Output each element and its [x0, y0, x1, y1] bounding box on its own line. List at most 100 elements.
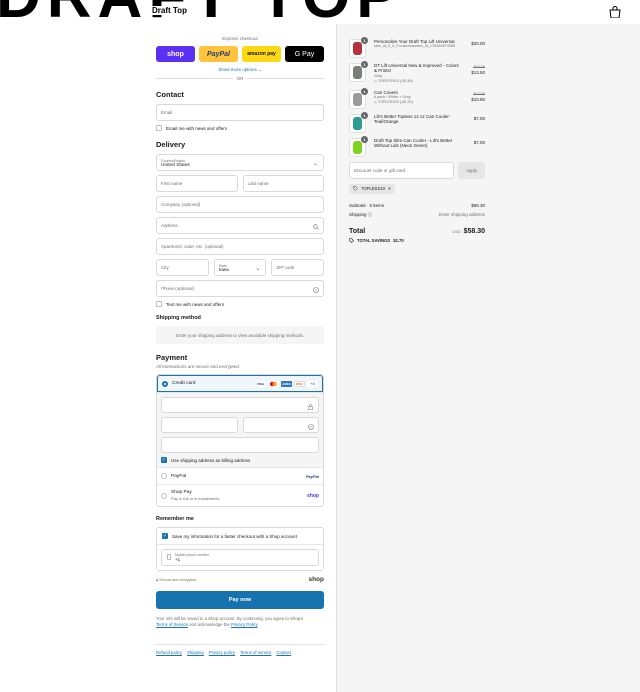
item-info: DT Lift Universal New & Improved - Color…	[374, 63, 459, 85]
quantity-badge: 1	[361, 61, 368, 68]
terms-of-service-link[interactable]: Terms of service	[240, 650, 271, 655]
first-name-field[interactable]	[156, 175, 238, 192]
chevron-down-icon: ⌄	[255, 266, 261, 272]
discount-tag-code: TOPLESS10	[361, 186, 385, 192]
help-circle-icon[interactable]: ?	[307, 423, 314, 430]
save-info-label: Save my information for a faster checkou…	[172, 533, 297, 539]
item-info: Personalize Your Draft Top Lift Universa…	[374, 39, 459, 50]
product-image	[353, 42, 362, 55]
email-input[interactable]	[161, 110, 319, 115]
country-value: United States	[161, 162, 190, 168]
card-number-field[interactable]	[161, 397, 319, 413]
address-field[interactable]	[156, 217, 324, 234]
email-field[interactable]	[156, 104, 324, 121]
refund-policy-link[interactable]: Refund policy	[156, 650, 182, 655]
city-input[interactable]	[161, 265, 204, 270]
shop-pay-radio[interactable]	[161, 492, 167, 499]
credit-card-radio[interactable]	[162, 380, 168, 387]
discount-field[interactable]	[349, 161, 454, 179]
show-more-label: Show more options	[218, 67, 257, 72]
secure-row: 🔒︎ Secure and encrypted shop	[156, 576, 324, 583]
shopping-bag-icon[interactable]	[608, 6, 622, 18]
country-select[interactable]: Country/Region United States ⌄	[156, 154, 324, 171]
mobile-phone-field[interactable]: Mobile phone number +1	[161, 549, 319, 566]
cart-item: 1 Draft Top Slim Can Cooler - Lilt's Bett…	[349, 135, 485, 157]
paypal-option[interactable]: PayPal PayPal	[157, 467, 323, 484]
state-select[interactable]: State Iowa ⌄	[213, 259, 267, 276]
company-input[interactable]	[161, 202, 319, 207]
lock-icon	[307, 403, 314, 410]
privacy-policy-link[interactable]: Privacy policy	[209, 650, 235, 655]
billing-same-option[interactable]: ✓ Use shipping address as billing address	[161, 457, 319, 463]
banner-logo-text: DRAFT TOP	[0, 0, 404, 24]
name-on-card-field[interactable]	[161, 437, 319, 453]
contact-heading: Contact	[156, 90, 184, 99]
tag-icon: ◇	[374, 79, 377, 84]
phone-field[interactable]: ?	[156, 280, 324, 297]
legal-end: .	[257, 622, 259, 627]
chevron-down-icon: ⌄	[312, 161, 319, 167]
help-circle-icon[interactable]: ⓘ	[368, 212, 373, 217]
city-field[interactable]	[156, 259, 209, 276]
search-icon	[312, 223, 319, 230]
zip-field[interactable]	[271, 259, 325, 276]
item-info: Draft Top Slim Can Cooler - Lilt's Bette…	[374, 138, 459, 149]
credit-card-option[interactable]: Credit card VISA AMEX DISC +4	[157, 375, 323, 392]
billing-same-checkbox[interactable]: ✓	[161, 457, 167, 463]
checkout-form: Express checkout shop PayPal amazon pay …	[156, 24, 325, 655]
credit-card-form: ? ✓ Use shipping address as billing addre…	[157, 392, 323, 467]
paypal-button[interactable]: PayPal	[199, 46, 238, 62]
total-row: Total USD $58.30	[349, 228, 485, 235]
last-name-field[interactable]	[242, 175, 324, 192]
discover-icon: DISC	[294, 380, 305, 387]
address-input[interactable]	[161, 223, 319, 228]
text-news-label: Text me with news and offers	[166, 301, 224, 307]
zip-input[interactable]	[276, 265, 320, 270]
text-news-checkbox[interactable]	[156, 301, 162, 307]
show-more-options-link[interactable]: Show more options ⌄	[156, 67, 324, 73]
product-image	[353, 140, 362, 154]
item-name: DT Lift Universal New & Improved - Color…	[374, 63, 459, 74]
security-code-field[interactable]: ?	[242, 417, 319, 433]
save-info-checkbox[interactable]: ✓	[162, 533, 168, 539]
last-name-input[interactable]	[247, 181, 319, 186]
shop-logo: shop	[308, 576, 324, 583]
subtotal-value: $58.30	[471, 202, 485, 208]
phone-input[interactable]	[161, 286, 319, 291]
save-info-option[interactable]: ✓ Save my information for a faster checko…	[157, 528, 323, 545]
email-news-checkbox[interactable]	[156, 125, 162, 131]
help-circle-icon[interactable]: ?	[312, 286, 319, 293]
pay-now-button[interactable]: Pay now	[156, 591, 324, 609]
text-news-option[interactable]: Text me with news and offers	[156, 301, 324, 307]
contact-link[interactable]: Contact	[276, 650, 291, 655]
apply-button[interactable]: Apply	[458, 161, 485, 179]
item-current-price: $13.50	[471, 70, 485, 76]
paypal-radio[interactable]	[161, 473, 167, 479]
product-thumbnail: 1	[349, 87, 368, 109]
legal-text: Your info will be saved to a Shop accoun…	[156, 616, 324, 628]
product-thumbnail: 1	[349, 135, 368, 157]
terms-link[interactable]: Terms of Service	[156, 622, 188, 627]
first-name-input[interactable]	[161, 181, 233, 186]
google-pay-button[interactable]: G Pay	[285, 46, 324, 62]
product-thumbnail: 1	[349, 61, 368, 82]
apartment-input[interactable]	[161, 244, 319, 249]
privacy-link[interactable]: Privacy Policy	[231, 622, 257, 627]
remove-discount-icon[interactable]: ✕	[388, 186, 392, 191]
shipping-link[interactable]: Shipping	[187, 650, 204, 655]
amazon-pay-button[interactable]: amazon pay	[242, 46, 281, 62]
shop-pay-button[interactable]: shop	[156, 46, 195, 62]
discount-input[interactable]	[354, 167, 449, 173]
item-current-price: $7.00	[473, 139, 485, 145]
email-news-option[interactable]: Email me with news and offers	[156, 125, 324, 131]
shipping-value: Enter shipping address	[438, 211, 485, 217]
expiration-field[interactable]	[161, 417, 238, 433]
store-name[interactable]: Draft Top	[146, 6, 193, 15]
item-discount: ◇ TOPLESS10 (-$1.50)	[374, 79, 459, 84]
legal-and: and acknowledge the	[189, 622, 230, 627]
cart-item: 1 Can Covers 6 pack / White + Gray ◇ TOPLESS…	[349, 87, 485, 109]
company-field[interactable]	[156, 196, 324, 213]
state-value: Iowa	[218, 267, 229, 273]
apartment-field[interactable]	[156, 238, 324, 255]
shop-pay-option[interactable]: Shop Pay Pay in full or in installments …	[157, 484, 323, 506]
